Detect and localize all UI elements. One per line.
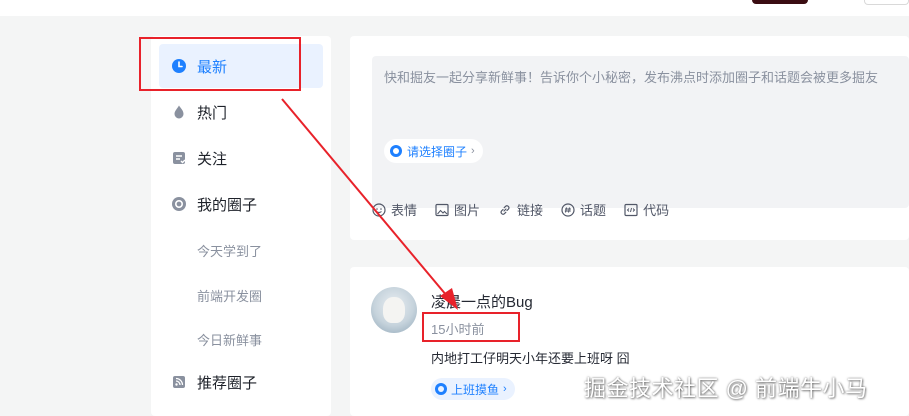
link-label: 链接 <box>517 203 544 218</box>
hashtag-icon <box>561 202 575 217</box>
emoji-label: 表情 <box>391 203 418 218</box>
post-content: 内地打工仔明天小年还要上班呀 囧 <box>431 351 630 366</box>
circle-icon <box>171 196 187 212</box>
link-button[interactable]: 链接 <box>498 200 543 219</box>
sidebar-item-my-circles[interactable]: 我的圈子 <box>159 182 323 226</box>
circle-icon <box>390 145 402 157</box>
sidebar-item-label: 热门 <box>197 104 228 122</box>
sidebar-subitem-daily-news[interactable]: 今日新鲜事 <box>197 330 262 349</box>
sidebar: 最新 热门 关注 我的圈子 今天学到了 前端开发圈 今日新鲜事 推荐圈子 <box>151 36 331 416</box>
image-label: 图片 <box>454 203 481 218</box>
link-icon <box>498 203 512 217</box>
sidebar-item-recommend-circles[interactable]: 推荐圈子 <box>159 360 323 404</box>
user-avatar[interactable] <box>752 0 808 4</box>
composer-placeholder: 快和掘友一起分享新鲜事！告诉你个小秘密，发布沸点时添加圈子和话题会被更多掘友 <box>384 70 879 85</box>
follow-icon <box>171 150 187 166</box>
author-name[interactable]: 凌晨一点的Bug <box>431 291 533 312</box>
flame-icon <box>171 104 187 120</box>
rss-icon <box>171 374 187 390</box>
image-icon <box>435 203 449 217</box>
header-button[interactable] <box>864 0 909 5</box>
code-button[interactable]: 代码 <box>624 200 669 219</box>
top-navbar <box>0 0 909 16</box>
code-icon <box>624 203 638 217</box>
post-composer: 快和掘友一起分享新鲜事！告诉你个小秘密，发布沸点时添加圈子和话题会被更多掘友 请… <box>350 36 909 240</box>
annotation-box-time <box>422 312 520 342</box>
annotation-box-latest <box>139 37 301 91</box>
sidebar-item-label: 我的圈子 <box>197 196 258 214</box>
circle-icon <box>435 383 447 395</box>
sidebar-item-label: 关注 <box>197 150 228 168</box>
topic-label: 话题 <box>580 203 607 218</box>
chevron-right-icon: › <box>503 383 507 395</box>
composer-toolbar: 表情 图片 链接 话题 代码 <box>372 200 687 219</box>
watermark: 掘金技术社区 @ 前端牛小马 <box>584 376 868 401</box>
sidebar-item-label: 推荐圈子 <box>197 374 258 392</box>
sidebar-subitem-learned-today[interactable]: 今天学到了 <box>197 241 262 260</box>
author-avatar[interactable] <box>371 287 417 333</box>
sidebar-item-hot[interactable]: 热门 <box>159 90 323 134</box>
sidebar-item-follow[interactable]: 关注 <box>159 136 323 180</box>
emoji-button[interactable]: 表情 <box>372 200 417 219</box>
topic-tag[interactable]: 上班摸鱼 › <box>431 378 515 400</box>
chevron-right-icon: › <box>471 145 475 157</box>
circle-select-button[interactable]: 请选择圈子 › <box>384 139 483 163</box>
image-button[interactable]: 图片 <box>435 200 480 219</box>
emoji-icon <box>372 202 386 217</box>
topic-label: 上班摸鱼 <box>451 382 500 397</box>
sidebar-subitem-frontend-circle[interactable]: 前端开发圈 <box>197 286 262 305</box>
circle-select-label: 请选择圈子 <box>407 144 468 159</box>
code-label: 代码 <box>643 203 670 218</box>
topic-button[interactable]: 话题 <box>561 200 606 219</box>
composer-textarea[interactable]: 快和掘友一起分享新鲜事！告诉你个小秘密，发布沸点时添加圈子和话题会被更多掘友 请… <box>372 56 909 208</box>
